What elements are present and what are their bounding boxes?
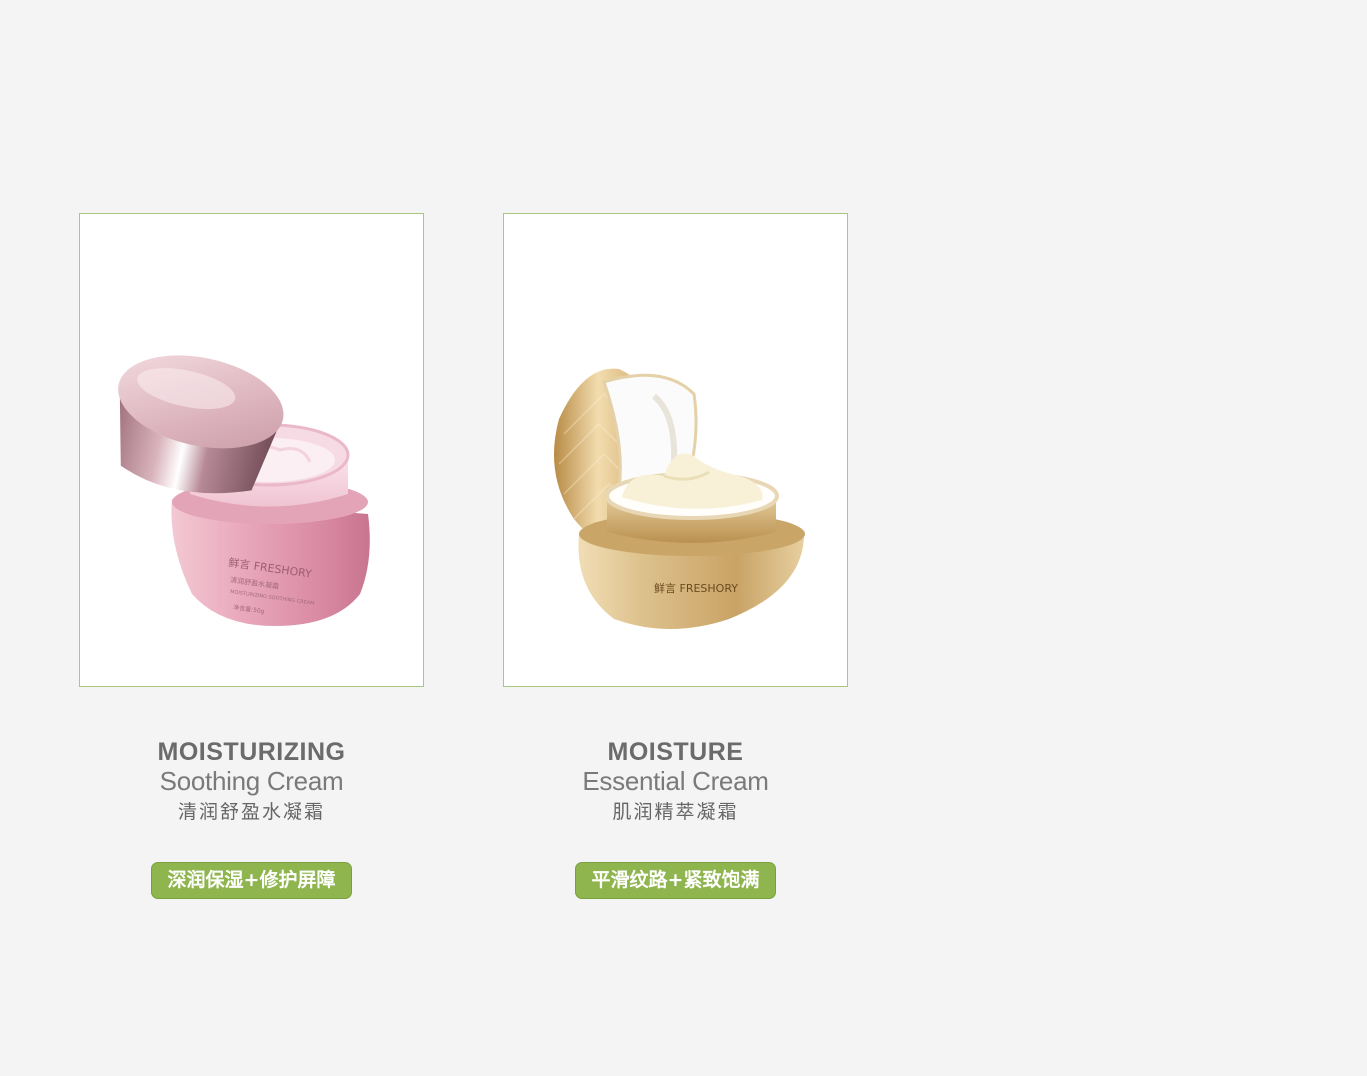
product-card-soothing-cream[interactable]: 鲜言 FRESHORY 清润舒盈水凝霜 MOISTURIZING SOOTHIN… bbox=[79, 213, 424, 899]
product-title-sub: Soothing Cream bbox=[159, 766, 344, 796]
benefit-tag-button[interactable]: 平滑纹路+紧致饱满 bbox=[575, 862, 776, 899]
benefit-tag-button[interactable]: 深润保湿+修护屏障 bbox=[151, 862, 352, 899]
product-title-main: MOISTURIZING bbox=[157, 738, 346, 766]
gold-cream-jar-image: 鲜言 FRESHORY bbox=[554, 368, 805, 629]
product-image-frame[interactable]: 鲜言 FRESHORY bbox=[503, 213, 848, 687]
product-info: MOISTURIZING Soothing Cream 清润舒盈水凝霜 bbox=[79, 737, 424, 827]
product-title-cn: 清润舒盈水凝霜 bbox=[177, 801, 325, 823]
product-info: MOISTURE Essential Cream 肌润精萃凝霜 bbox=[503, 737, 848, 827]
svg-text:鲜言 FRESHORY: 鲜言 FRESHORY bbox=[654, 581, 738, 595]
product-title-main: MOISTURE bbox=[607, 738, 744, 766]
pink-cream-jar-image: 鲜言 FRESHORY 清润舒盈水凝霜 MOISTURIZING SOOTHIN… bbox=[118, 355, 370, 626]
product-card-essential-cream[interactable]: 鲜言 FRESHORY MOISTURE Essential Cream 肌润精… bbox=[503, 213, 848, 899]
product-title-sub: Essential Cream bbox=[582, 766, 769, 796]
product-title-cn: 肌润精萃凝霜 bbox=[612, 801, 739, 823]
product-image-frame[interactable]: 鲜言 FRESHORY 清润舒盈水凝霜 MOISTURIZING SOOTHIN… bbox=[79, 213, 424, 687]
